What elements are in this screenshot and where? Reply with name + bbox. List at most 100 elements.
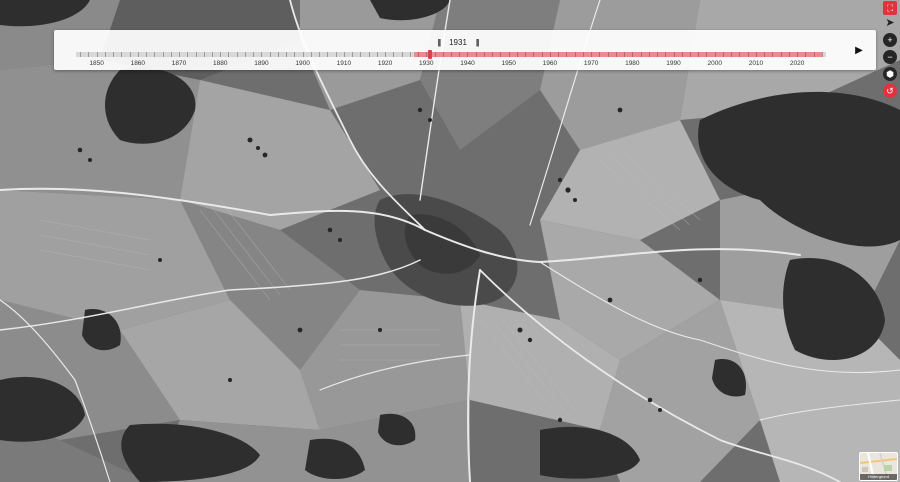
- play-button[interactable]: ▶: [848, 39, 870, 61]
- history-icon: ↺: [886, 86, 894, 96]
- timeline-tick: [574, 52, 576, 57]
- timeline-tick: [426, 52, 428, 57]
- timeline-year-label: 1870: [171, 60, 187, 67]
- timeline-tick: [681, 52, 683, 57]
- timeline-tick: [360, 52, 362, 57]
- timeline-year-labels: 1850 1860 1870 1880 1890 1900 1910 1920 1930 1940…: [76, 60, 826, 70]
- timeline-tick: [253, 52, 255, 57]
- timeline-tick: [368, 52, 370, 57]
- timeline-tick: [475, 52, 477, 57]
- timeline-tick: [261, 52, 263, 57]
- timeline-tick: [607, 52, 609, 57]
- timeline-tick: [434, 52, 436, 57]
- timeline-tick: [211, 52, 213, 57]
- timeline-tick: [319, 52, 321, 57]
- timeline-year-label: 1990: [666, 60, 681, 67]
- timeline-year-label: 1930: [419, 60, 434, 67]
- timeline-tick: [755, 52, 757, 57]
- timeline-year-label: 1900: [295, 60, 310, 67]
- step-forward-icon[interactable]: ||: [476, 38, 480, 47]
- timeline-tick: [673, 52, 675, 57]
- timeline-tick: [294, 52, 296, 57]
- timeline-tick: [393, 52, 395, 57]
- timeline-tick: [244, 52, 246, 57]
- timeline-tick: [632, 52, 634, 57]
- timeline-tick: [624, 52, 626, 57]
- timeline-tick: [640, 52, 642, 57]
- timeline-tick: [170, 52, 172, 57]
- timeline-tick: [508, 52, 510, 57]
- timeline-year-label: 1860: [130, 60, 146, 67]
- timeline-panel: || 1931 || 1850 1860 1870 1880 1890 1900 1910 1…: [54, 30, 876, 70]
- locate-arrow-icon: ➤: [885, 17, 895, 29]
- basemap-switcher[interactable]: Hintergrund: [859, 452, 898, 481]
- timeline-tick: [459, 52, 461, 57]
- timeline-tick: [277, 52, 279, 57]
- timeline-tick: [203, 52, 205, 57]
- timeline-tick: [286, 52, 288, 57]
- fullscreen-button[interactable]: ⛶: [883, 1, 897, 15]
- zoom-out-button[interactable]: −: [883, 50, 897, 64]
- timeline-tick: [228, 52, 230, 57]
- aerial-photo-map[interactable]: [0, 0, 900, 482]
- timeline-tick: [731, 52, 733, 57]
- timeline-tick: [797, 52, 799, 57]
- timeline-year-label: 1880: [212, 60, 228, 67]
- layers-button[interactable]: ⬢: [883, 67, 897, 81]
- timeline-tick: [821, 52, 823, 57]
- timeline-tick: [137, 52, 139, 57]
- timeline-tick: [154, 52, 156, 57]
- timeline-tick: [409, 52, 411, 57]
- timeline-tick: [714, 52, 716, 57]
- timeline-year-label: 1980: [625, 60, 640, 67]
- timeline-tick: [335, 52, 337, 57]
- timeline-tick: [549, 52, 551, 57]
- zoom-out-label: −: [887, 52, 893, 62]
- timeline-tick: [220, 52, 222, 57]
- timeline-tick: [104, 52, 106, 57]
- step-back-icon[interactable]: ||: [438, 38, 442, 47]
- timeline-tick: [772, 52, 774, 57]
- timeline-tick: [401, 52, 403, 57]
- timeline-year-label: 2000: [707, 60, 722, 67]
- timeline-year-label: 1850: [89, 60, 104, 67]
- timeline-year-label: 2020: [789, 60, 805, 67]
- timeline-tick: [352, 52, 354, 57]
- timeline-tick: [121, 52, 123, 57]
- basemap-label: Hintergrund: [860, 474, 897, 480]
- timeline-tick: [780, 52, 782, 57]
- timeline-tick: [269, 52, 271, 57]
- timeline-tick: [591, 52, 593, 57]
- timeline-ticks: [76, 52, 826, 57]
- timeline-tick: [327, 52, 329, 57]
- timeline-tick: [179, 52, 181, 57]
- zoom-in-button[interactable]: +: [883, 33, 897, 47]
- timeline-tick: [541, 52, 543, 57]
- current-year-display: || 1931 ||: [412, 34, 504, 50]
- timeline-tick: [500, 52, 502, 57]
- timeline-tick: [516, 52, 518, 57]
- timeline-tick: [442, 52, 444, 57]
- current-year-label: 1931: [449, 37, 467, 47]
- timeline-year-label: 1910: [336, 60, 352, 67]
- timeline-tick: [739, 52, 741, 57]
- timeline-tick: [525, 52, 527, 57]
- timeline-tick: [80, 52, 82, 57]
- history-button[interactable]: ↺: [883, 84, 897, 98]
- timeline-tick: [813, 52, 815, 57]
- timeline-tick: [722, 52, 724, 57]
- timeline-year-label: 2010: [748, 60, 764, 67]
- locate-button[interactable]: ➤: [883, 16, 897, 30]
- timeline-tick: [385, 52, 387, 57]
- timeline-tick: [236, 52, 238, 57]
- timeline-tick: [747, 52, 749, 57]
- timeline-tick: [195, 52, 197, 57]
- timeline-tick: [788, 52, 790, 57]
- timeline-tick: [451, 52, 452, 57]
- timeline-year-label: 1890: [254, 60, 269, 67]
- timeline-tick: [648, 52, 650, 57]
- timeline-tick: [88, 52, 90, 57]
- timeline-year-label: 1960: [542, 60, 558, 67]
- fullscreen-icon: ⛶: [886, 3, 894, 13]
- timeline-tick: [146, 52, 148, 57]
